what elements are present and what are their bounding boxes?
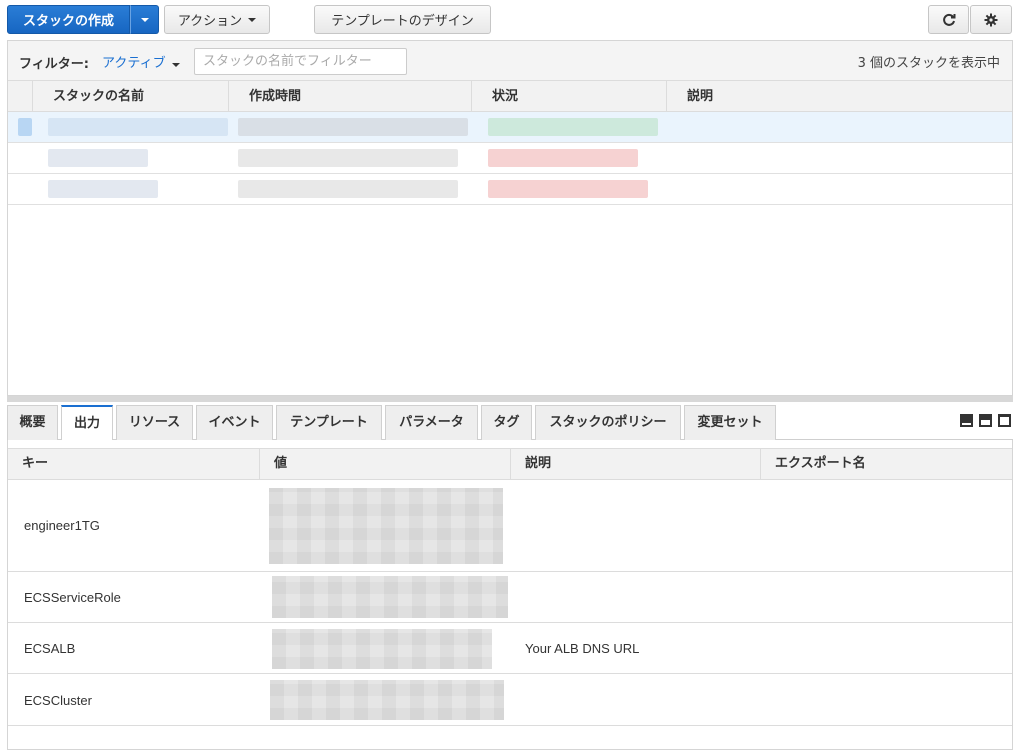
- redacted-status: [488, 149, 638, 167]
- tab-stack-policy[interactable]: スタックのポリシー: [535, 405, 681, 440]
- redacted-output-value: [269, 488, 503, 564]
- tab-outputs[interactable]: 出力: [61, 405, 113, 441]
- tab-tags[interactable]: タグ: [481, 405, 532, 440]
- redacted-status: [488, 118, 658, 136]
- redacted-created-time: [238, 118, 468, 136]
- create-stack-button[interactable]: スタックの作成: [7, 5, 130, 34]
- output-key: ECSALB: [24, 641, 76, 656]
- column-header-output-description: 説明: [510, 449, 760, 479]
- design-template-button[interactable]: テンプレートのデザイン: [314, 5, 491, 34]
- output-key: engineer1TG: [24, 518, 100, 533]
- filter-label: フィルター:: [19, 57, 89, 72]
- column-header-export-name: エクスポート名: [760, 449, 1012, 479]
- stack-row[interactable]: [8, 143, 1012, 174]
- caret-down-icon: [171, 63, 180, 67]
- tab-events[interactable]: イベント: [196, 405, 273, 440]
- tab-overview[interactable]: 概要: [7, 405, 58, 440]
- stack-table-header: スタックの名前 作成時間 状況 説明: [8, 81, 1012, 112]
- redacted-output-value: [272, 576, 508, 618]
- outputs-table-header: キー 値 説明 エクスポート名: [8, 448, 1012, 480]
- redacted-stack-name: [48, 180, 158, 198]
- output-key: ECSServiceRole: [24, 590, 121, 605]
- output-row: ECSCluster: [8, 674, 1012, 726]
- layout-bottom-icon[interactable]: [960, 414, 973, 427]
- stack-row[interactable]: [8, 174, 1012, 205]
- refresh-icon: [942, 13, 955, 26]
- redacted-stack-name: [48, 149, 148, 167]
- output-row: ECSALB Your ALB DNS URL: [8, 623, 1012, 674]
- actions-label: アクション: [177, 14, 243, 29]
- refresh-button[interactable]: [928, 5, 969, 34]
- tab-template[interactable]: テンプレート: [276, 405, 382, 440]
- layout-toggle-group: [960, 414, 1011, 427]
- output-key: ECSCluster: [24, 693, 92, 708]
- redacted-output-value: [272, 629, 492, 669]
- redacted-status: [488, 180, 648, 198]
- column-header-value: 値: [259, 449, 510, 479]
- stacks-panel: フィルター: アクティブ 3 個のスタックを表示中 スタックの名前 作成時間 状…: [7, 40, 1013, 396]
- column-header-stack-name[interactable]: スタックの名前: [32, 81, 228, 112]
- redacted-output-value: [270, 680, 504, 720]
- status-filter-select[interactable]: アクティブ: [102, 52, 180, 71]
- redacted-created-time: [238, 149, 458, 167]
- panel-resize-handle[interactable]: [7, 396, 1013, 402]
- tab-resources[interactable]: リソース: [116, 405, 193, 440]
- redacted-stack-name: [48, 118, 228, 136]
- layout-split-icon[interactable]: [979, 414, 992, 427]
- output-row: engineer1TG: [8, 480, 1012, 572]
- actions-button[interactable]: アクション: [164, 5, 270, 34]
- filter-bar: フィルター: アクティブ 3 個のスタックを表示中: [8, 41, 1012, 81]
- layout-top-icon[interactable]: [998, 414, 1011, 427]
- tab-change-sets[interactable]: 変更セット: [684, 405, 776, 440]
- toolbar: スタックの作成 アクション テンプレートのデザイン: [0, 0, 1024, 40]
- outputs-panel: キー 値 説明 エクスポート名 engineer1TG ECSServiceRo…: [7, 440, 1013, 750]
- output-description: Your ALB DNS URL: [525, 641, 640, 656]
- stack-name-filter-input[interactable]: [194, 48, 407, 75]
- status-filter-value: アクティブ: [102, 56, 166, 71]
- column-header-key: キー: [22, 456, 49, 471]
- redacted-created-time: [238, 180, 458, 198]
- settings-button[interactable]: [970, 5, 1012, 34]
- column-header-created-time[interactable]: 作成時間: [228, 81, 471, 112]
- stack-row[interactable]: [8, 112, 1012, 143]
- gear-icon: [984, 13, 998, 26]
- select-column-header: [8, 81, 32, 112]
- row-select-indicator: [18, 118, 32, 136]
- caret-down-icon: [140, 17, 149, 22]
- tab-parameters[interactable]: パラメータ: [385, 405, 478, 440]
- detail-tabs: 概要 出力 リソース イベント テンプレート パラメータ タグ スタックのポリシ…: [7, 404, 1013, 441]
- column-header-status[interactable]: 状況: [471, 81, 666, 112]
- column-header-description[interactable]: 説明: [666, 81, 1012, 112]
- output-row: ECSServiceRole: [8, 572, 1012, 623]
- caret-down-icon: [248, 17, 257, 22]
- stack-count-text: 3 個のスタックを表示中: [857, 56, 1000, 71]
- create-stack-dropdown-button[interactable]: [130, 5, 159, 34]
